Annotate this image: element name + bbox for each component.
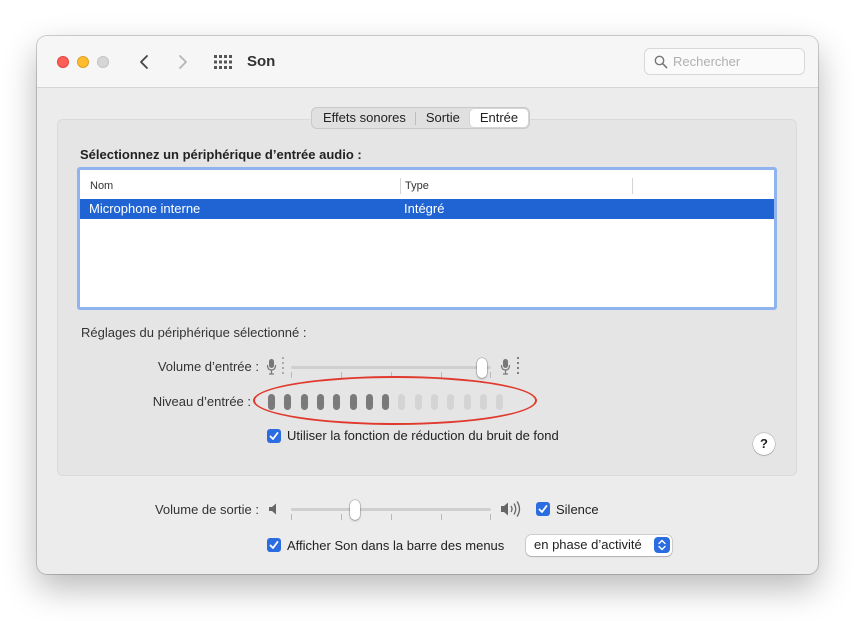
back-button[interactable] [134,50,156,74]
slider-tick [291,372,292,378]
input-level-label: Niveau d’entrée : [152,394,251,409]
microphone-low-icon [266,359,277,375]
noise-reduction-label[interactable]: Utiliser la fonction de réduction du bru… [287,428,559,443]
minimize-window-button[interactable] [77,56,89,68]
search-input[interactable] [673,52,798,71]
mute-label[interactable]: Silence [556,502,599,517]
output-volume-knob[interactable] [350,500,360,520]
output-volume-label: Volume de sortie : [154,502,259,517]
level-dots-icon [282,357,284,374]
tab-entree[interactable]: Entrée [469,109,529,127]
slider-tick [291,514,292,520]
forward-button[interactable] [171,50,193,74]
column-divider [400,178,401,194]
checkmark-icon [269,432,279,440]
show-in-menubar-label[interactable]: Afficher Son dans la barre des menus [287,538,504,553]
column-divider [632,178,633,194]
tab-effets-sonores[interactable]: Effets sonores [313,109,416,127]
column-header-type[interactable]: Type [405,180,429,192]
level-dots-icon [516,356,520,375]
menubar-visibility-popup[interactable]: en phase d’activité [526,535,672,556]
microphone-high-icon [500,359,511,375]
close-window-button[interactable] [57,56,69,68]
device-settings-label: Réglages du périphérique sélectionné : [81,325,307,340]
show-all-grid-button[interactable] [213,54,233,70]
input-device-heading: Sélectionnez un périphérique d’entrée au… [80,147,362,162]
help-button[interactable]: ? [753,433,775,455]
title-bar: Son [37,36,818,88]
slider-tick [391,514,392,520]
slider-tick [341,514,342,520]
checkmark-icon [538,505,548,513]
chevron-right-icon [179,55,187,69]
output-volume-slider[interactable] [291,499,491,521]
tab-sortie[interactable]: Sortie [416,109,470,127]
device-name-cell: Microphone interne [89,201,201,216]
tab-bar: Effets sonores Sortie Entrée [311,107,531,129]
column-header-name[interactable]: Nom [90,180,113,192]
speaker-low-icon [269,503,276,515]
slider-track [291,508,491,511]
zoom-window-button[interactable] [97,56,109,68]
mute-checkbox[interactable] [536,502,550,516]
input-device-table: Nom Type Microphone interne Intégré [77,167,777,310]
slider-tick [490,372,491,378]
popup-selected-value: en phase d’activité [534,537,642,552]
updown-arrows-icon [654,537,670,553]
search-icon [654,55,668,69]
slider-track [291,366,491,369]
search-field[interactable] [644,48,805,75]
chevron-left-icon [140,55,148,69]
grid-icon [214,55,232,69]
input-volume-label: Volume d’entrée : [157,359,259,374]
speaker-high-icon [501,501,521,517]
sound-preferences-window: Son Effets sonores Sortie Entrée Sélecti… [37,36,818,574]
noise-reduction-checkbox[interactable] [267,429,281,443]
table-row[interactable]: Microphone interne Intégré [80,199,774,219]
checkmark-icon [269,541,279,549]
input-volume-knob[interactable] [477,358,487,378]
device-type-cell: Intégré [404,201,445,216]
slider-tick [490,514,491,520]
highlight-annotation [253,376,537,425]
show-in-menubar-checkbox[interactable] [267,538,281,552]
slider-tick [441,514,442,520]
window-title: Son [247,53,276,70]
